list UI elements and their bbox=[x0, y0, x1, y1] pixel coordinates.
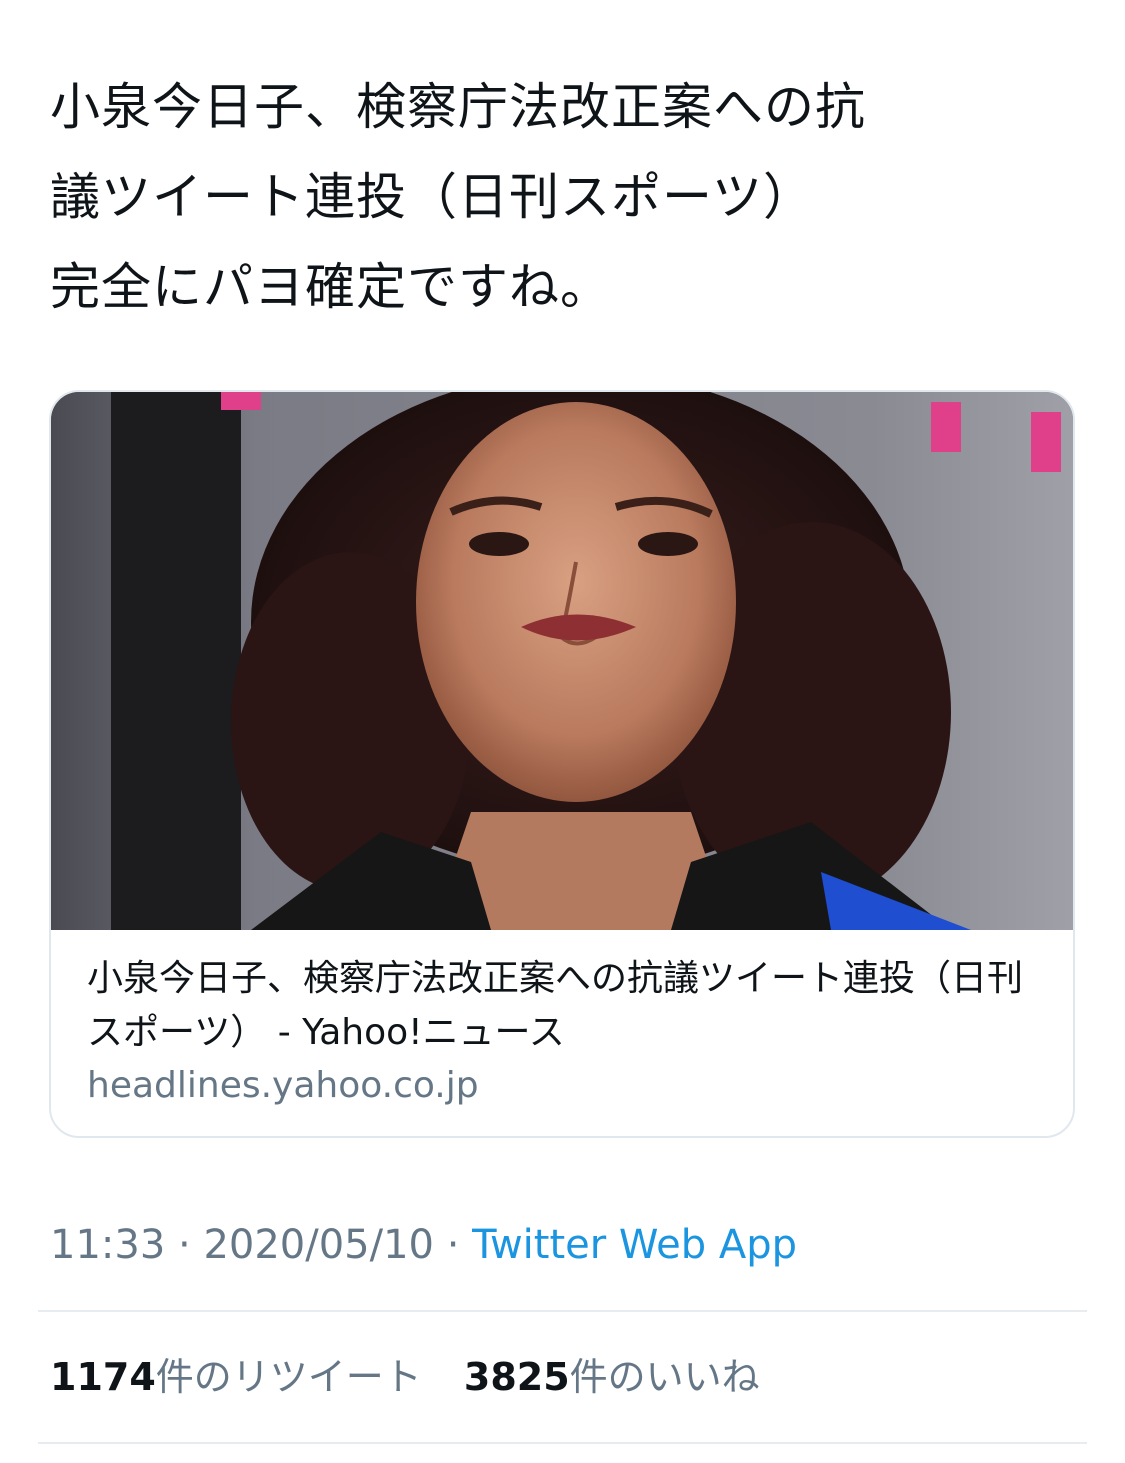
meta-separator: · bbox=[433, 1222, 473, 1268]
tweet-text: 小泉今日子、検察庁法改正案への抗 議ツイート連投（日刊スポーツ） 完全にパヨ確定… bbox=[50, 78, 866, 316]
tweet-metadata: 11:33 · 2020/05/10 · Twitter Web App bbox=[50, 1218, 797, 1272]
likes-label: 件のいいね bbox=[569, 1355, 760, 1399]
likes-stat[interactable]: 3825件のいいね bbox=[464, 1355, 760, 1399]
meta-separator: · bbox=[165, 1222, 204, 1268]
retweets-stat[interactable]: 1174件のリツイート bbox=[50, 1355, 422, 1399]
tweet-stats: 1174件のリツイート 3825件のいいね bbox=[50, 1350, 790, 1404]
likes-count: 3825 bbox=[463, 1355, 570, 1399]
retweets-label: 件のリツイート bbox=[155, 1355, 422, 1399]
tweet-date[interactable]: 2020/05/10 bbox=[203, 1222, 434, 1268]
card-title[interactable]: 小泉今日子、検察庁法改正案への抗議ツイート連投（日刊スポーツ） - Yahoo!… bbox=[87, 952, 1037, 1060]
divider bbox=[38, 1442, 1087, 1444]
tweet-time[interactable]: 11:33 bbox=[50, 1222, 165, 1268]
link-preview-card[interactable]: 小泉今日子、検察庁法改正案への抗議ツイート連投（日刊スポーツ） - Yahoo!… bbox=[49, 390, 1075, 1138]
divider bbox=[38, 1310, 1087, 1312]
tweet-source-link[interactable]: Twitter Web App bbox=[472, 1222, 797, 1268]
card-image[interactable] bbox=[51, 392, 1073, 930]
card-domain[interactable]: headlines.yahoo.co.jp bbox=[87, 1060, 1037, 1112]
retweets-count: 1174 bbox=[50, 1355, 156, 1399]
